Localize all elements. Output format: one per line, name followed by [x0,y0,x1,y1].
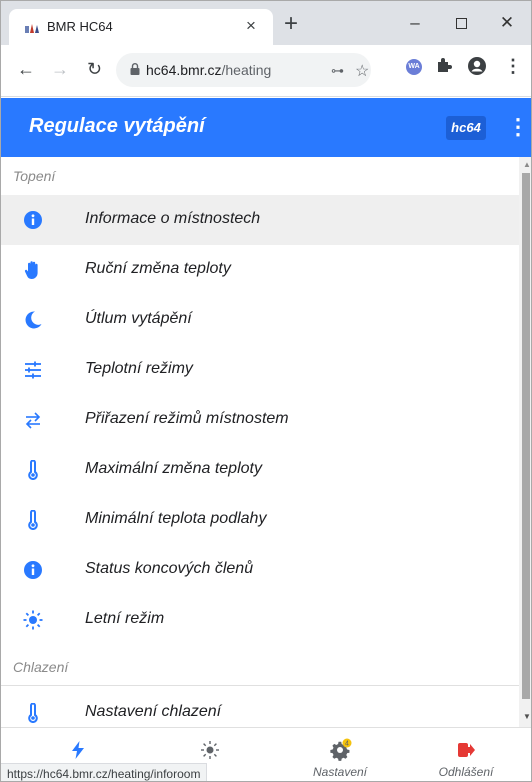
key-icon[interactable]: ⊶ [331,63,344,79]
logout-icon [458,743,475,757]
menu-item-label: Letní režim [85,610,165,627]
menu-item-label: Informace o místnostech [85,210,261,227]
scroll-up-icon[interactable]: ▲ [523,160,531,169]
tab-strip: BMR HC64 × + – ✕ [1,1,531,45]
browser-toolbar: ← → ↻ hc64.bmr.cz/heating ⊶ ☆ WA ⋮ [1,45,531,97]
url-text: hc64.bmr.cz/heating [146,62,271,78]
sliders-icon [25,361,41,379]
info-circle-icon [24,211,42,229]
section-header-topeni: Topení [13,168,56,184]
sun-icon [23,610,43,630]
menu-item-letni-rezim[interactable]: Letní režim [1,595,519,645]
menu-item-prirazeni[interactable]: Přiřazení režimů místnostem [1,395,519,445]
extension-wa-icon[interactable]: WA [406,59,422,75]
scroll-down-icon[interactable]: ▼ [523,712,531,721]
app-menu-icon[interactable]: ⋮ [507,114,529,140]
menu-item-maximalni-zmena[interactable]: Maximální změna teploty [1,445,519,495]
bmr-logo-icon [25,24,39,33]
tab-close-icon[interactable]: × [246,16,256,36]
menu-item-label: Minimální teplota podlahy [85,510,267,527]
gear-icon: 4 [330,738,352,761]
menu-item-label: Ruční změna teploty [85,260,231,277]
section-header-chlazeni: Chlazení [13,659,69,675]
browser-tab[interactable]: BMR HC64 × [9,9,273,45]
menu-item-rucni-zmena[interactable]: Ruční změna teploty [1,245,519,295]
new-tab-icon[interactable]: + [284,12,298,36]
link-status-tooltip: https://hc64.bmr.cz/heating/inforoom [1,763,208,781]
thermometer-icon [28,460,38,480]
page-title: Regulace vytápění [29,115,205,137]
window-close-icon[interactable]: ✕ [487,7,527,39]
bottom-nav-logout[interactable]: Odhlášení [411,728,521,781]
menu-item-label: Status koncových členů [85,560,254,577]
device-badge: hc64 [446,116,486,140]
menu-item-nastaveni-chlazeni[interactable]: Nastavení chlazení [1,688,519,727]
bottom-nav-label: Odhlášení [438,765,494,779]
lock-icon [130,63,140,75]
info-circle-icon [24,561,42,579]
content-scrollbar[interactable]: ▲ ▼ [519,157,531,727]
browser-menu-icon[interactable]: ⋮ [504,56,522,77]
menu-item-label: Útlum vytápění [85,310,192,327]
tab-title: BMR HC64 [47,19,113,34]
browser-window: BMR HC64 × + – ✕ ← → ↻ hc64.bmr.cz/heati… [0,0,532,782]
moon-icon [25,311,42,329]
app-bar: Regulace vytápění hc64 ⋮ [1,98,531,157]
hand-icon [24,261,38,279]
menu-item-label: Nastavení chlazení [85,703,222,720]
thermometer-icon [28,510,38,530]
url-host: hc64.bmr.cz [146,62,222,78]
bookmark-star-icon[interactable]: ☆ [355,61,369,81]
menu-item-utlum[interactable]: Útlum vytápění [1,295,519,345]
forward-arrow-icon[interactable]: → [51,59,69,80]
minimize-icon[interactable]: – [395,7,435,39]
menu-item-informace[interactable]: Informace o místnostech [1,195,519,245]
menu-item-label: Přiřazení režimů místnostem [85,410,289,427]
menu-item-minimalni-teplota[interactable]: Minimální teplota podlahy [1,495,519,545]
menu-item-label: Teplotní režimy [85,360,193,377]
settings-badge-count: 4 [345,741,349,748]
back-arrow-icon[interactable]: ← [17,59,35,80]
url-path: /heating [221,62,272,78]
menu-list: Topení Informace o místnostech Ruční změ… [1,157,519,727]
bottom-nav-settings[interactable]: 4 Nastavení [285,728,395,781]
bottom-nav-label: Nastavení [312,765,368,779]
profile-avatar-icon[interactable] [467,56,487,76]
swap-arrows-icon [25,412,41,429]
extensions-puzzle-icon[interactable] [435,56,453,74]
menu-item-status[interactable]: Status koncových členů [1,545,519,595]
thermometer-icon [28,703,38,723]
sun-icon [201,741,219,759]
reload-icon[interactable]: ↻ [87,59,102,80]
menu-item-teplotni-rezimy[interactable]: Teplotní režimy [1,345,519,395]
menu-item-label: Maximální změna teploty [85,460,262,477]
address-bar[interactable]: hc64.bmr.cz/heating ⊶ ☆ [116,53,371,87]
section-divider [1,685,519,686]
scroll-thumb[interactable] [522,173,530,699]
maximize-icon[interactable] [441,7,481,39]
lightning-icon [72,741,84,759]
